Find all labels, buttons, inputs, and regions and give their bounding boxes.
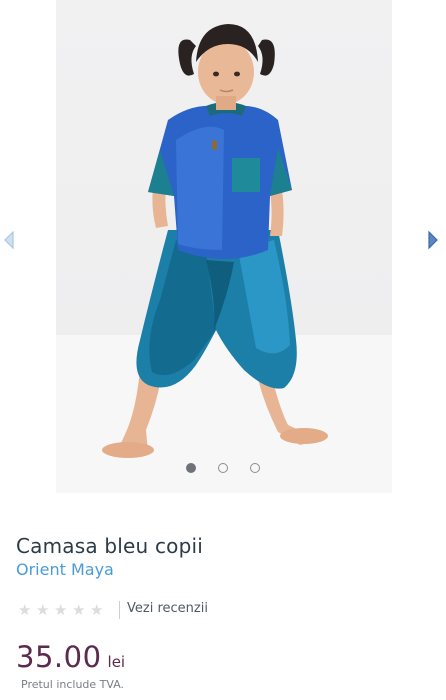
rating-divider [119, 601, 120, 619]
price-amount: 35.00 [16, 640, 102, 674]
chevron-right-icon[interactable] [426, 230, 440, 250]
product-photo[interactable] [56, 0, 392, 493]
carousel-dots [0, 463, 446, 479]
vat-note: Pretul include TVA. [21, 678, 125, 691]
product-gallery [0, 0, 446, 500]
reviews-link[interactable]: Vezi recenzii [127, 601, 208, 616]
star-icon: ★ [54, 601, 68, 619]
chevron-left-icon[interactable] [2, 230, 16, 250]
star-icon: ★ [36, 601, 50, 619]
carousel-dot-2[interactable] [218, 463, 228, 473]
price-block: 35.00 lei [16, 640, 125, 674]
star-rating[interactable]: ★ ★ ★ ★ ★ [18, 600, 108, 619]
child-illustration [56, 24, 392, 493]
carousel-dot-3[interactable] [250, 463, 260, 473]
price-currency: lei [107, 653, 126, 671]
carousel-dot-1[interactable] [186, 463, 196, 473]
brand-link[interactable]: Orient Maya [16, 560, 114, 579]
star-icon: ★ [18, 601, 32, 619]
star-icon: ★ [72, 601, 86, 619]
product-title: Camasa bleu copii [16, 534, 204, 558]
star-icon: ★ [90, 601, 104, 619]
